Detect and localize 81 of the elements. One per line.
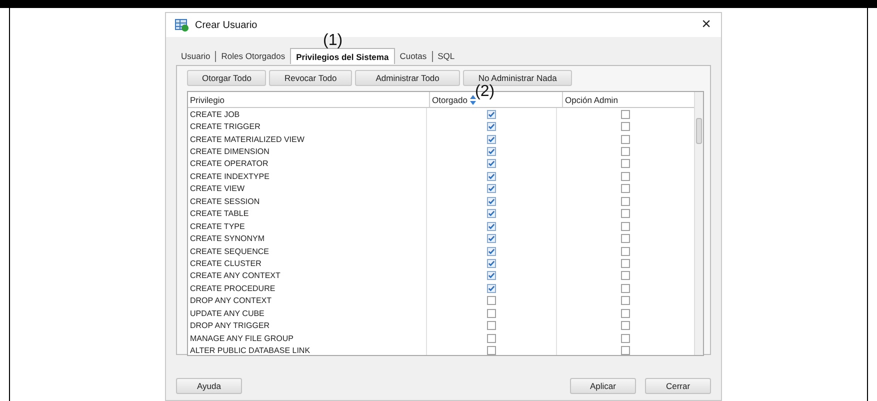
toolbar-button[interactable]: Administrar Todo — [354, 70, 460, 86]
checkbox[interactable] — [621, 346, 630, 355]
privilege-cell: ALTER PUBLIC DATABASE LINK — [188, 344, 427, 355]
checkbox[interactable] — [621, 222, 630, 231]
app-icon — [175, 18, 189, 32]
checkbox[interactable] — [487, 308, 496, 318]
privilege-cell: CREATE TYPE — [188, 220, 427, 232]
checkbox[interactable] — [621, 321, 630, 330]
checkbox[interactable] — [621, 122, 630, 132]
privilege-cell: CREATE JOB — [188, 108, 427, 120]
privilege-cell: CREATE TABLE — [188, 208, 427, 220]
toolbar-button[interactable]: Revocar Todo — [269, 70, 352, 86]
window-title: Crear Usuario — [195, 20, 258, 30]
close-button[interactable]: × — [698, 16, 715, 34]
annotation-label: (2) — [475, 84, 495, 100]
privilege-cell: DROP ANY TRIGGER — [188, 319, 427, 332]
tab[interactable]: Roles Otorgados — [216, 48, 290, 64]
checkbox[interactable] — [621, 296, 630, 306]
checkbox[interactable] — [621, 172, 630, 181]
checkbox[interactable] — [487, 134, 496, 144]
privilege-cell: CREATE SYNONYM — [188, 232, 427, 245]
checkbox[interactable] — [487, 246, 496, 256]
privilege-cell: CREATE ANY CONTEXT — [188, 270, 427, 282]
tab[interactable]: Usuario — [176, 48, 216, 64]
checkbox[interactable] — [621, 334, 630, 343]
checkbox[interactable] — [487, 184, 496, 194]
annotation-label: (1) — [323, 32, 343, 50]
scrollbar[interactable] — [694, 92, 703, 355]
privilege-cell: CREATE PROCEDURE — [188, 282, 427, 295]
tab[interactable]: Cuotas — [394, 48, 432, 64]
checkbox[interactable] — [487, 258, 496, 268]
checkbox[interactable] — [621, 134, 630, 144]
checkbox[interactable] — [621, 196, 630, 206]
checkbox[interactable] — [487, 209, 496, 218]
checkbox[interactable] — [621, 147, 630, 156]
privilege-cell: CREATE SESSION — [188, 195, 427, 208]
column-header[interactable]: Otorgado — [432, 94, 468, 104]
checkbox[interactable] — [621, 308, 630, 318]
checkbox[interactable] — [487, 296, 496, 306]
checkbox[interactable] — [487, 271, 496, 280]
checkbox[interactable] — [621, 271, 630, 280]
help-button[interactable]: Ayuda — [176, 378, 242, 394]
checkbox[interactable] — [487, 122, 496, 132]
checkbox[interactable] — [487, 110, 496, 119]
privilege-cell: CREATE CLUSTER — [188, 257, 427, 270]
checkbox[interactable] — [487, 334, 496, 343]
checkbox[interactable] — [621, 234, 630, 244]
checkbox[interactable] — [487, 346, 496, 355]
checkbox[interactable] — [621, 159, 630, 168]
checkbox[interactable] — [487, 172, 496, 181]
column-header[interactable]: Privilegio — [188, 92, 430, 107]
checkbox[interactable] — [487, 234, 496, 244]
checkbox[interactable] — [487, 321, 496, 330]
privilege-cell: CREATE INDEXTYPE — [188, 170, 427, 183]
checkbox[interactable] — [621, 246, 630, 256]
checkbox[interactable] — [487, 222, 496, 231]
tab[interactable]: SQL — [432, 48, 460, 64]
checkbox[interactable] — [487, 147, 496, 156]
toolbar-button[interactable]: Otorgar Todo — [187, 70, 266, 86]
column-header[interactable]: Opción Admin — [563, 92, 694, 107]
checkbox[interactable] — [621, 184, 630, 194]
privilege-cell: CREATE SEQUENCE — [188, 244, 427, 258]
sort-icon — [470, 94, 476, 104]
privilege-cell: CREATE DIMENSION — [188, 145, 427, 158]
checkbox[interactable] — [487, 284, 496, 293]
checkbox[interactable] — [621, 110, 630, 119]
privilege-cell: CREATE OPERATOR — [188, 158, 427, 170]
privilege-cell: MANAGE ANY FILE GROUP — [188, 332, 427, 344]
checkbox[interactable] — [621, 209, 630, 218]
dialog-button[interactable]: Aplicar — [570, 378, 636, 394]
privilege-cell: CREATE TRIGGER — [188, 120, 427, 133]
privilege-cell: UPDATE ANY CUBE — [188, 307, 427, 320]
privilege-cell: CREATE MATERIALIZED VIEW — [188, 132, 427, 146]
checkbox[interactable] — [487, 196, 496, 206]
dialog-button[interactable]: Cerrar — [645, 378, 711, 394]
tab[interactable]: Privilegios del Sistema — [290, 48, 395, 64]
checkbox[interactable] — [487, 159, 496, 168]
privilege-cell: DROP ANY CONTEXT — [188, 294, 427, 307]
checkbox[interactable] — [621, 284, 630, 293]
checkbox[interactable] — [621, 258, 630, 268]
privilege-cell: CREATE VIEW — [188, 182, 427, 196]
